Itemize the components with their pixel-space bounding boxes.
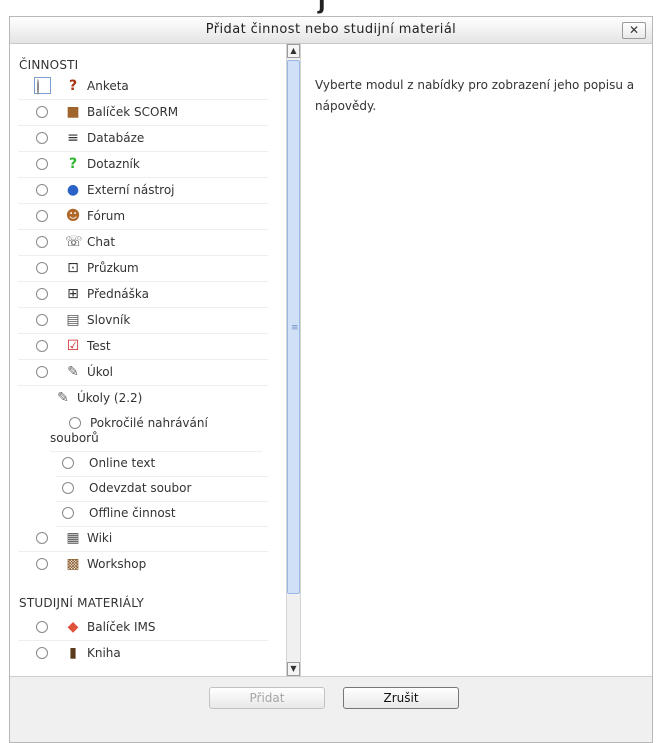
option-anketa[interactable]: ? Anketa <box>18 75 268 100</box>
option-database[interactable]: ≡ Databáze <box>18 127 268 152</box>
option-label: Úkol <box>87 365 113 379</box>
option-label: Offline činnost <box>89 506 176 520</box>
option-ims-package[interactable]: ◆ Balíček IMS <box>18 616 268 641</box>
option-label: Databáze <box>87 131 145 145</box>
survey-radio-icon: ⊡ <box>67 260 79 276</box>
add-activity-dialog: Přidat činnost nebo studijní materiál ✕ … <box>9 16 653 743</box>
radio-chat[interactable] <box>36 236 48 248</box>
chat-bubble-icon: ☏ <box>65 234 83 250</box>
radio-glossary[interactable] <box>36 314 48 326</box>
package-box-icon: ■ <box>66 104 80 120</box>
option-label: Wiki <box>87 531 113 545</box>
green-question-icon: ? <box>68 156 78 172</box>
wiki-icon: ▦ <box>66 530 80 546</box>
dialog-title: Přidat činnost nebo studijní materiál <box>205 22 457 37</box>
page-background-top: j <box>0 0 656 15</box>
option-label: Průzkum <box>87 261 139 275</box>
cancel-button[interactable]: Zrušit <box>343 687 459 709</box>
option-survey[interactable]: ⊡ Průzkum <box>18 257 268 282</box>
close-button[interactable]: ✕ <box>622 22 646 39</box>
lesson-flow-icon: ⊞ <box>67 286 79 302</box>
book-icon: ▮ <box>69 645 77 661</box>
radio-questionnaire[interactable] <box>36 158 48 170</box>
option-upload-file[interactable]: Odevzdat soubor <box>56 477 268 502</box>
dialog-titlebar: Přidat činnost nebo studijní materiál ✕ <box>10 17 652 44</box>
radio-scorm-package[interactable] <box>36 106 48 118</box>
group-label: Úkoly (2.2) <box>77 391 143 405</box>
radio-workshop[interactable] <box>36 558 48 570</box>
option-chat[interactable]: ☏ Chat <box>18 231 268 256</box>
option-label: Odevzdat soubor <box>89 481 192 495</box>
option-questionnaire[interactable]: ? Dotazník <box>18 153 268 178</box>
assignments-group-header: ✎ Úkoly (2.2) <box>50 387 268 412</box>
option-label: Balíček SCORM <box>87 105 179 119</box>
option-label: Workshop <box>87 557 147 571</box>
module-help-text: Vyberte modul z nabídky pro zobrazení je… <box>315 78 635 113</box>
dialog-footer: Přidat Zrušit <box>10 676 652 742</box>
database-icon: ≡ <box>67 130 79 146</box>
option-workshop[interactable]: ▩ Workshop <box>18 553 268 578</box>
module-options-list: ČINNOSTI ? Anketa ■ Balíček SCORM ≡ Data… <box>10 44 286 676</box>
radio-survey[interactable] <box>36 262 48 274</box>
globe-icon: ● <box>66 182 80 198</box>
option-label: Přednáška <box>87 287 149 301</box>
radio-anketa[interactable] <box>34 77 51 95</box>
radio-wiki[interactable] <box>36 532 48 544</box>
radio-quiz[interactable] <box>36 340 48 352</box>
scroll-down-icon[interactable]: ▼ <box>287 662 300 676</box>
option-wiki[interactable]: ▦ Wiki <box>18 527 268 552</box>
option-lesson[interactable]: ⊞ Přednáška <box>18 283 268 308</box>
option-book[interactable]: ▮ Kniha <box>18 642 268 667</box>
radio-offline-activity[interactable] <box>62 507 74 519</box>
option-label: Fórum <box>87 209 126 223</box>
option-label: Slovník <box>87 313 131 327</box>
assignment-icon: ✎ <box>67 364 79 380</box>
option-assignment[interactable]: ✎ Úkol <box>18 361 268 386</box>
option-external-tool[interactable]: ● Externí nástroj <box>18 179 268 204</box>
option-label: Pokročilé nahrávání souborů <box>50 416 208 445</box>
option-label: Anketa <box>87 79 129 93</box>
forum-people-icon: ☻ <box>65 208 81 224</box>
option-label: Online text <box>89 456 156 470</box>
option-label: Chat <box>87 235 116 249</box>
option-label: Dotazník <box>87 157 140 171</box>
scroll-up-icon[interactable]: ▲ <box>287 44 300 58</box>
radio-lesson[interactable] <box>36 288 48 300</box>
scrollbar-thumb[interactable]: ≡ <box>287 60 300 594</box>
radio-book[interactable] <box>36 647 48 659</box>
assignment-icon: ✎ <box>57 390 69 406</box>
radio-online-text[interactable] <box>62 457 74 469</box>
radio-ims-package[interactable] <box>36 621 48 633</box>
radio-upload-file[interactable] <box>62 482 74 494</box>
options-scrollbar[interactable]: ▲ ≡ ▼ <box>286 44 301 676</box>
radio-forum[interactable] <box>36 210 48 222</box>
option-quiz[interactable]: ☑ Test <box>18 335 268 360</box>
option-label: Balíček IMS <box>87 620 156 634</box>
option-label: Kniha <box>87 646 121 660</box>
grip-icon: ≡ <box>291 323 299 333</box>
option-label: Test <box>87 339 111 353</box>
option-forum[interactable]: ☻ Fórum <box>18 205 268 230</box>
resources-heading: STUDIJNÍ MATERIÁLY <box>19 596 145 610</box>
glossary-book-icon: ▤ <box>66 312 80 328</box>
page-heading-fragment: j <box>318 0 328 15</box>
quiz-check-icon: ☑ <box>66 338 80 354</box>
radio-assignment[interactable] <box>36 366 48 378</box>
activities-heading: ČINNOSTI <box>19 58 79 72</box>
option-advanced-upload[interactable]: Pokročilé nahrávání souborů <box>50 412 262 452</box>
option-glossary[interactable]: ▤ Slovník <box>18 309 268 334</box>
workshop-icon: ▩ <box>66 556 80 572</box>
ims-package-icon: ◆ <box>67 619 79 635</box>
radio-database[interactable] <box>36 132 48 144</box>
option-scorm-package[interactable]: ■ Balíček SCORM <box>18 101 268 126</box>
add-button[interactable]: Přidat <box>209 687 325 709</box>
question-mark-icon: ? <box>68 78 78 94</box>
option-offline-activity[interactable]: Offline činnost <box>56 502 268 527</box>
option-online-text[interactable]: Online text <box>56 452 268 477</box>
radio-external-tool[interactable] <box>36 184 48 196</box>
option-label: Externí nástroj <box>87 183 175 197</box>
